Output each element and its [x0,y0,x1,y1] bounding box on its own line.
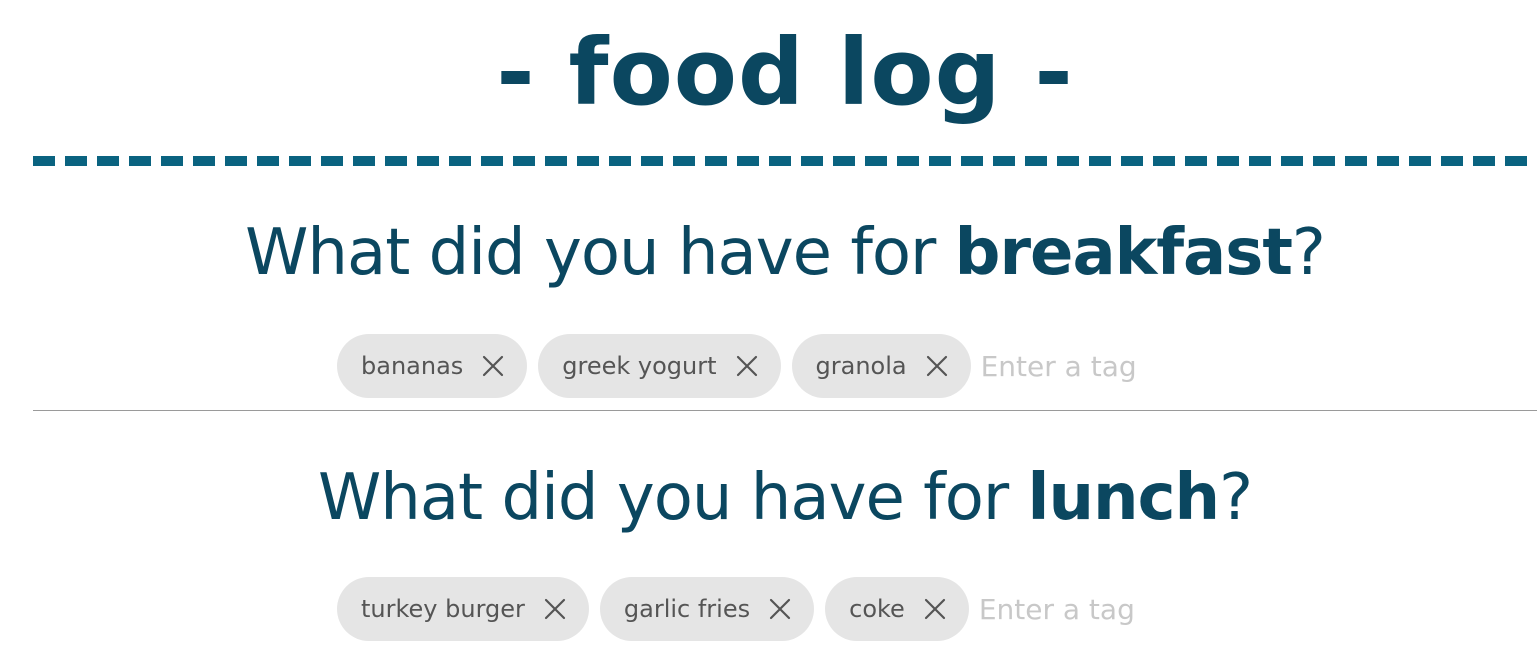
tag-label: garlic fries [623,595,751,623]
close-icon[interactable] [925,354,949,378]
title-divider [33,156,1537,166]
breakfast-tag-input[interactable] [980,336,1181,396]
question-prefix: What did you have for [317,461,1028,535]
tag-label: coke [849,595,905,623]
app-title: - food log - [496,19,1074,126]
tag-chip-garlic-fries: garlic fries [599,577,815,641]
question-prefix: What did you have for [245,216,955,290]
close-icon[interactable] [735,354,759,378]
close-icon[interactable] [481,354,505,378]
tag-label: greek yogurt [562,352,717,380]
close-icon[interactable] [768,597,792,621]
tag-chip-coke: coke [825,577,969,641]
breakfast-tag-input-container: bananas greek yogurt granola [337,334,1181,398]
tag-chip-bananas: bananas [337,334,528,398]
tag-chip-granola: granola [791,334,971,398]
lunch-question: What did you have for lunch? [33,455,1537,541]
close-icon[interactable] [923,597,947,621]
lunch-tag-input-container: turkey burger garlic fries coke [337,577,1179,641]
close-icon[interactable] [543,597,567,621]
meal-name: lunch [1027,461,1221,535]
tag-label: turkey burger [361,595,525,623]
meal-name: breakfast [954,216,1293,290]
tag-label: granola [815,352,907,380]
question-suffix: ? [1219,461,1253,535]
breakfast-question: What did you have for breakfast? [33,210,1537,296]
tag-chip-greek-yogurt: greek yogurt [538,334,781,398]
tag-chip-turkey-burger: turkey burger [337,577,589,641]
lunch-section: What did you have for lunch? turkey burg… [33,455,1537,647]
question-suffix: ? [1291,216,1326,290]
tag-label: bananas [361,352,464,380]
breakfast-section: What did you have for breakfast? bananas… [33,210,1537,411]
lunch-tag-input[interactable] [978,579,1179,639]
